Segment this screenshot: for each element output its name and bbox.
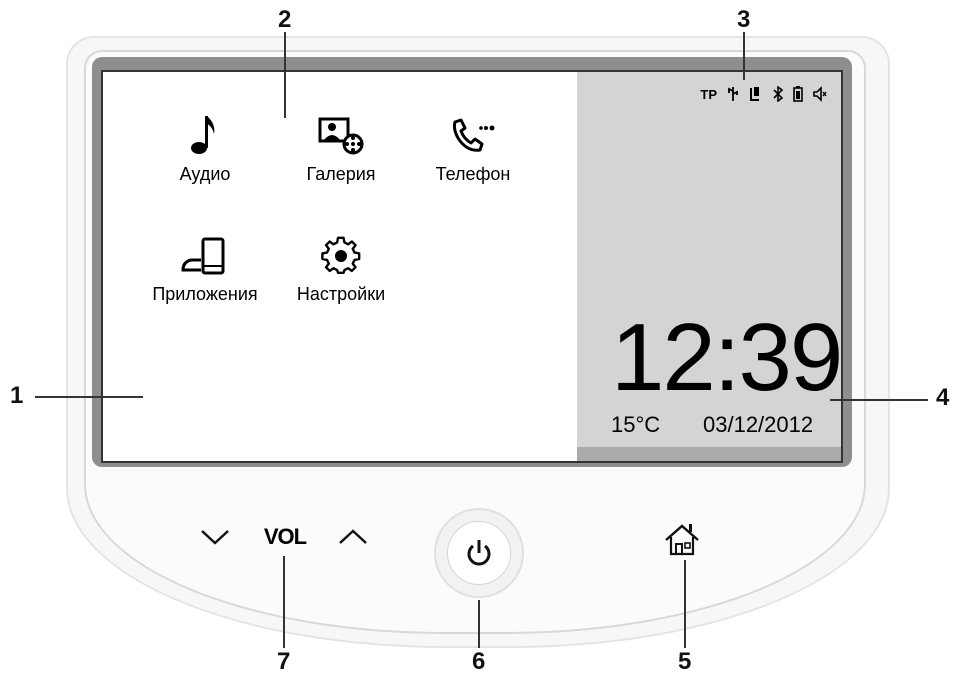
date-display: 03/12/2012 bbox=[703, 412, 814, 437]
usb-icon bbox=[727, 86, 739, 102]
home-button[interactable] bbox=[660, 520, 704, 560]
gallery-icon bbox=[317, 112, 365, 156]
callout-line-5 bbox=[684, 560, 686, 648]
phone-icon bbox=[449, 112, 497, 156]
vol-up-icon bbox=[339, 529, 367, 544]
display-screen: Аудио Галерия Телефон Приложения Настрой… bbox=[101, 70, 843, 463]
callout-number-5: 5 bbox=[678, 648, 692, 675]
app-audio-label: Аудио bbox=[179, 164, 231, 184]
bluetooth-icon bbox=[773, 86, 783, 102]
apps-phone-icon bbox=[179, 232, 231, 276]
app-gallery-label: Галерия bbox=[306, 164, 376, 184]
callout-line-7 bbox=[283, 556, 285, 648]
phone-connected-icon bbox=[749, 86, 763, 102]
vol-down-icon bbox=[201, 530, 229, 545]
status-bar: TP bbox=[700, 86, 827, 102]
callout-line-3 bbox=[743, 32, 745, 80]
clock-time: 12:39 bbox=[611, 304, 842, 411]
power-button-ring bbox=[434, 508, 524, 598]
tp-indicator: TP bbox=[700, 86, 717, 102]
app-phone[interactable]: Телефон bbox=[403, 112, 543, 185]
home-screen-panel: Аудио Галерия Телефон Приложения Настрой… bbox=[103, 72, 577, 461]
power-button[interactable] bbox=[447, 521, 511, 585]
vol-label: VOL bbox=[263, 524, 307, 549]
callout-line-6 bbox=[478, 600, 480, 648]
battery-icon bbox=[793, 86, 803, 102]
app-gallery[interactable]: Галерия bbox=[271, 112, 411, 185]
vol-up-button[interactable] bbox=[336, 520, 370, 554]
music-note-icon bbox=[190, 112, 220, 156]
callout-line-4 bbox=[830, 399, 928, 401]
settings-gear-icon bbox=[321, 232, 361, 276]
app-phone-label: Телефон bbox=[435, 164, 511, 184]
home-icon bbox=[665, 524, 699, 556]
callout-number-7: 7 bbox=[277, 648, 291, 675]
power-icon bbox=[467, 540, 491, 566]
callout-number-3: 3 bbox=[737, 6, 751, 33]
callout-line-2 bbox=[284, 32, 286, 118]
callout-number-4: 4 bbox=[936, 384, 950, 411]
outside-temperature: 15°C bbox=[611, 412, 661, 437]
app-settings-label: Настройки bbox=[296, 284, 386, 304]
vol-down-button[interactable] bbox=[198, 520, 232, 554]
callout-number-2: 2 bbox=[278, 6, 292, 33]
status-bottom-bar bbox=[577, 447, 841, 461]
callout-line-1 bbox=[35, 396, 143, 398]
app-applications[interactable]: Приложения bbox=[135, 232, 275, 305]
app-applications-label: Приложения bbox=[152, 284, 258, 304]
callout-number-6: 6 bbox=[472, 648, 486, 675]
app-settings[interactable]: Настройки bbox=[271, 232, 411, 305]
app-audio[interactable]: Аудио bbox=[135, 112, 275, 185]
speaker-mute-icon bbox=[813, 86, 827, 102]
status-panel: TP 12:39 15°C 03/12/2012 bbox=[577, 72, 841, 461]
callout-number-1: 1 bbox=[10, 382, 24, 409]
